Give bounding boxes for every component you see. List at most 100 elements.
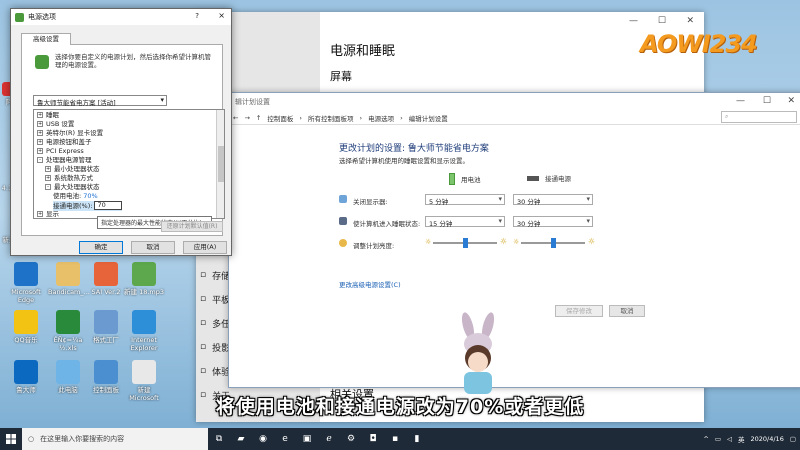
tree-item-value[interactable]: 70% xyxy=(83,192,97,200)
brightness-plugged-slider[interactable]: ☼ ☼ xyxy=(513,237,595,248)
expand-icon[interactable]: + xyxy=(45,175,51,181)
expand-icon[interactable]: + xyxy=(37,130,43,136)
tree-item[interactable]: + 系统散热方式 xyxy=(45,174,93,183)
plugged-percent-input[interactable]: 70 xyxy=(94,201,123,210)
tree-item-label: 睡眠 xyxy=(46,111,59,119)
desktop-icon[interactable]: Internet Explorer xyxy=(124,310,164,352)
clock[interactable]: 2020/4/16 xyxy=(751,435,784,443)
notification-icon[interactable]: ▢ xyxy=(790,435,796,443)
tree-scrollbar[interactable] xyxy=(216,110,224,218)
desktop-icon[interactable]: 此电脑 xyxy=(48,360,88,394)
maximize-icon[interactable]: ☐ xyxy=(658,16,666,26)
start-button[interactable] xyxy=(0,428,22,450)
slider-thumb[interactable] xyxy=(551,238,556,248)
network-icon[interactable]: ▭ xyxy=(715,435,721,443)
expand-icon[interactable]: + xyxy=(37,121,43,127)
search-input[interactable]: ⌕ xyxy=(721,111,797,123)
display-off-plugged-select[interactable]: 30 分钟 xyxy=(513,194,593,206)
close-icon[interactable]: ✕ xyxy=(686,16,694,26)
volume-icon[interactable]: ◁ xyxy=(727,435,732,443)
breadcrumb-item[interactable]: 电源选项 xyxy=(368,113,394,123)
close-icon[interactable]: × xyxy=(218,11,225,20)
scrollbar-thumb[interactable] xyxy=(218,146,224,182)
watermark-logo: AOWI234 xyxy=(640,30,758,58)
desktop-icon[interactable]: 格式工厂 xyxy=(86,310,126,344)
expand-icon[interactable]: + xyxy=(37,148,43,154)
row-label: 使计算机进入睡眠状态: xyxy=(353,220,421,228)
settings-tree[interactable]: + 睡眠 + USB 设置 + 英特尔(R) 显卡设置 + 电源按钮和盖子 + PCI Expre… xyxy=(33,109,225,219)
desktop-icon-label: 新建 18.mp3 xyxy=(124,288,164,296)
tree-item[interactable]: + 显示 xyxy=(37,210,59,218)
desktop-icon[interactable]: Bandicam_... xyxy=(48,262,90,296)
back-icon[interactable]: ← xyxy=(233,114,238,122)
tree-item[interactable]: + PCI Express xyxy=(37,147,84,156)
address-bar[interactable]: ← → ↑ 控制面板 › 所有控制面板项 › 电源选项 › 编辑计划设置 xyxy=(229,111,800,125)
edge-icon[interactable]: e xyxy=(274,428,296,450)
folder-icon[interactable]: ▰ xyxy=(230,428,252,450)
tree-item-label: 最大处理器状态 xyxy=(54,183,100,191)
collapse-icon[interactable]: - xyxy=(45,184,51,190)
settings-icon[interactable]: ⚙ xyxy=(340,428,362,450)
forward-icon[interactable]: → xyxy=(244,114,249,122)
expand-icon[interactable]: + xyxy=(45,166,51,172)
save-button[interactable]: 保存修改 xyxy=(555,305,603,317)
tree-item[interactable]: + 最小处理器状态 xyxy=(45,165,100,174)
expand-icon[interactable]: + xyxy=(37,211,43,217)
tab-advanced-settings[interactable]: 高级设置 xyxy=(21,33,71,45)
minimize-icon[interactable]: — xyxy=(629,16,638,26)
app-icon xyxy=(94,262,118,286)
clock-date: 2020/4/16 xyxy=(750,435,784,443)
tree-item[interactable]: - 最大处理器状态 xyxy=(45,183,100,192)
tree-item[interactable]: + 睡眠 xyxy=(37,111,59,120)
tree-item[interactable]: + 电源按钮和盖子 xyxy=(37,138,92,147)
taskbar-search[interactable]: ○ 在这里输入你要搜索的内容 xyxy=(22,428,208,450)
desktop-icon[interactable]: 控制面板 xyxy=(86,360,126,394)
ok-button[interactable]: 确定 xyxy=(79,241,123,254)
tree-item[interactable]: 使用电池: 70% xyxy=(53,192,98,201)
brightness-battery-slider[interactable]: ☼ ☼ xyxy=(425,237,507,248)
windows-icon xyxy=(6,434,16,444)
store-icon[interactable]: ▣ xyxy=(296,428,318,450)
tree-item[interactable]: - 处理器电源管理 xyxy=(37,156,92,165)
power-icon[interactable]: ▮ xyxy=(406,428,428,450)
breadcrumb-item[interactable]: 控制面板 xyxy=(267,113,293,123)
desktop-icon[interactable]: QQ音乐 xyxy=(6,310,46,344)
breadcrumb-item[interactable]: 所有控制面板项 xyxy=(308,113,354,123)
expand-icon[interactable]: + xyxy=(37,139,43,145)
desktop-icon[interactable]: ÊÑ¢=¼a ½.xls xyxy=(48,310,88,352)
task-view-icon[interactable]: ⧉ xyxy=(208,428,230,450)
tree-item[interactable]: + USB 设置 xyxy=(37,120,74,129)
sleep-battery-select[interactable]: 15 分钟 xyxy=(425,216,505,228)
collapse-icon[interactable]: - xyxy=(37,157,43,163)
help-icon[interactable]: ? xyxy=(195,12,199,20)
advanced-settings-link[interactable]: 更改高级电源设置(C) xyxy=(339,279,401,289)
up-icon[interactable]: ↑ xyxy=(256,114,261,122)
app-icon[interactable]: ▪ xyxy=(384,428,406,450)
cancel-button[interactable]: 取消 xyxy=(131,241,175,254)
tree-item[interactable]: 接通电源(%): 70 xyxy=(53,201,123,211)
plan-select[interactable]: 鲁大师节能省电方案 [活动] xyxy=(33,95,167,107)
maximize-icon[interactable]: ☐ xyxy=(763,96,771,106)
cancel-button[interactable]: 取消 xyxy=(609,305,645,317)
breadcrumb-item[interactable]: 编辑计划设置 xyxy=(409,113,448,123)
restore-defaults-button[interactable]: 还原计划默认值(R) xyxy=(161,221,223,232)
sleep-plugged-select[interactable]: 30 分钟 xyxy=(513,216,593,228)
ie-icon[interactable]: ℯ xyxy=(318,428,340,450)
penguin-icon[interactable]: ◉ xyxy=(252,428,274,450)
desktop-icon[interactable]: SAI Ver.2 xyxy=(86,262,126,296)
tree-item[interactable]: + 英特尔(R) 显卡设置 xyxy=(37,129,103,138)
apply-button[interactable]: 应用(A) xyxy=(183,241,227,254)
expand-icon[interactable]: + xyxy=(37,112,43,118)
camera-icon[interactable]: ◘ xyxy=(362,428,384,450)
desktop-icon[interactable]: Microsoft Edge xyxy=(6,262,46,304)
desktop-icon[interactable]: 鲁大师 xyxy=(6,360,46,394)
slider-thumb[interactable] xyxy=(463,238,468,248)
chevron-up-icon[interactable]: ^ xyxy=(703,435,708,443)
close-icon[interactable]: ✕ xyxy=(787,96,795,106)
display-off-battery-select[interactable]: 5 分钟 xyxy=(425,194,505,206)
ime-icon[interactable]: 英 xyxy=(738,434,745,444)
minimize-icon[interactable]: — xyxy=(736,96,745,106)
desktop-icon[interactable]: 新建 18.mp3 xyxy=(124,262,164,296)
storage-icon: ▫ xyxy=(200,270,207,280)
page-title: 电源和睡眠 xyxy=(330,44,396,59)
